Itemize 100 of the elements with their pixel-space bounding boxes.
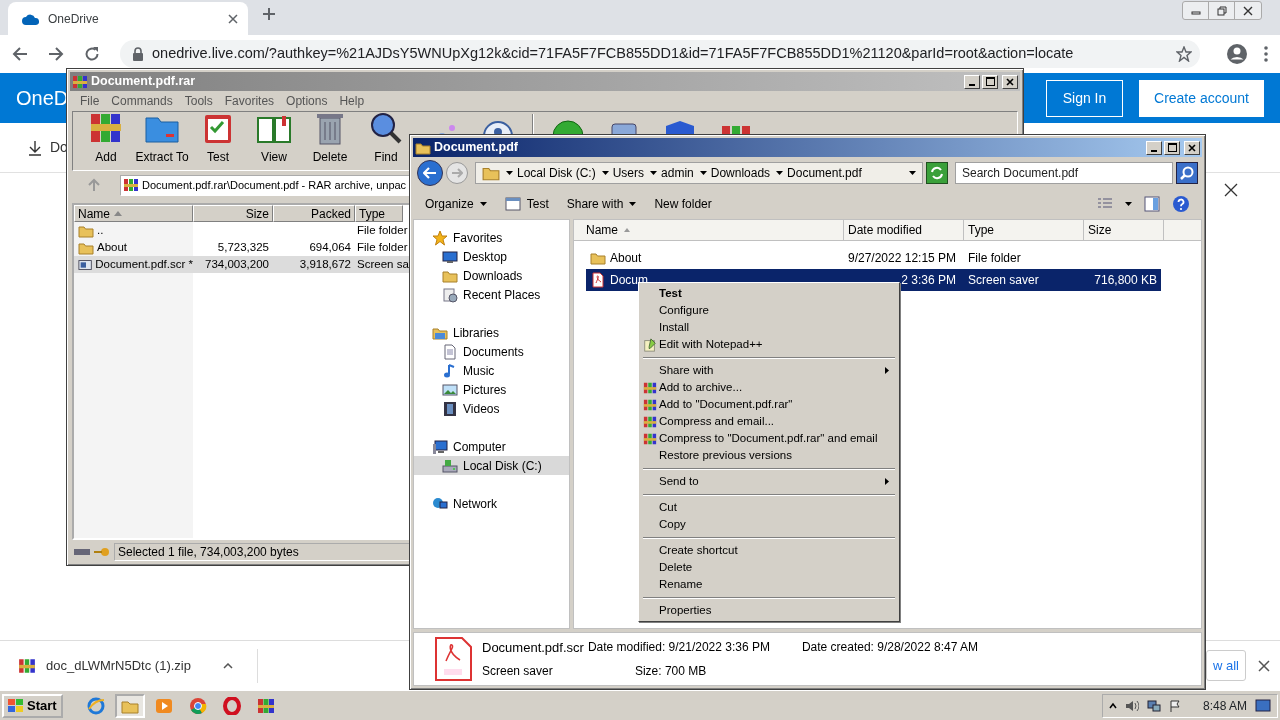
archive-icon [256, 696, 275, 715]
menu-item[interactable]: File [74, 92, 106, 110]
file-row[interactable]: About 5,723,325 694,064 File folder [74, 239, 410, 256]
toolbar-button[interactable]: Delete [312, 110, 348, 166]
column-header[interactable]: Name [574, 220, 844, 240]
toolbar-button[interactable]: Share with [566, 195, 637, 213]
dropdown-icon [1125, 202, 1132, 206]
archive-icon [643, 414, 657, 429]
details-view-icon [1097, 197, 1113, 211]
menu-item[interactable]: Add to archive... [641, 379, 897, 396]
browser-tab[interactable]: OneDrive [8, 2, 248, 35]
column-header[interactable]: Type [964, 220, 1084, 240]
menu-item[interactable]: Options [280, 92, 334, 110]
chevron-up-icon [222, 662, 233, 669]
nav-item[interactable]: Computer [414, 437, 569, 456]
nav-item[interactable]: Downloads [414, 266, 569, 285]
reload-button[interactable] [84, 45, 100, 62]
nav-item[interactable]: Pictures [414, 380, 569, 399]
file-row[interactable]: About 9/27/2022 12:15 PM File folder [586, 247, 1161, 269]
lock-icon [132, 46, 144, 61]
account-button[interactable] [1226, 42, 1248, 65]
menu-item[interactable]: Compress and email... [641, 413, 897, 430]
film-icon [442, 400, 458, 417]
close-button[interactable] [1224, 183, 1238, 197]
column-header[interactable]: Type [355, 205, 403, 222]
start-button[interactable]: Start [2, 693, 63, 718]
close-button[interactable] [1258, 659, 1270, 672]
menu-item[interactable]: Delete [641, 559, 897, 576]
minimize-icon [969, 83, 975, 86]
maximize-button[interactable] [982, 74, 998, 89]
nav-item[interactable]: Recent Places [414, 285, 569, 304]
toolbar-button[interactable]: View [256, 110, 292, 166]
network-icon [432, 495, 448, 512]
nav-item[interactable]: Network [414, 494, 569, 513]
toolbar-button[interactable]: Test [504, 195, 549, 213]
address-bar[interactable]: Local Disk (C:) Users admin Downloads Document.pdf [475, 162, 923, 184]
menu-item[interactable]: Help [333, 92, 371, 110]
close-icon [1224, 183, 1238, 197]
back-button[interactable] [12, 45, 28, 62]
breadcrumb-item[interactable]: Document.pdf [776, 164, 862, 182]
show-all-button[interactable]: w all [1206, 649, 1246, 682]
menu-item[interactable]: Send to [641, 473, 897, 490]
nav-item[interactable]: Local Disk (C:) [414, 456, 569, 475]
document-icon [442, 343, 458, 360]
menu-item[interactable]: Favorites [218, 92, 281, 110]
menu-item[interactable]: Compress to "Document.pdf.rar" and email [641, 430, 897, 447]
menu-item[interactable]: Properties [641, 602, 897, 619]
nav-item[interactable]: Desktop [414, 247, 569, 266]
menu-item[interactable]: Configure [641, 302, 897, 319]
minimize-icon [1151, 149, 1157, 152]
column-header[interactable]: Name [74, 205, 193, 222]
column-header[interactable]: Packed [273, 205, 355, 222]
forward-button[interactable] [48, 45, 64, 62]
menu-item[interactable]: Install [641, 319, 897, 336]
archive-icon [643, 397, 657, 412]
search-field[interactable]: Search Document.pdf [955, 162, 1173, 184]
toolbar-button[interactable]: New folder [654, 195, 712, 213]
search-button[interactable] [1176, 162, 1198, 184]
toolbar-button[interactable]: Find [368, 110, 404, 166]
create-account-button[interactable]: Create account [1139, 79, 1264, 117]
back-button[interactable] [417, 160, 443, 186]
menu-item[interactable]: Copy [641, 516, 897, 533]
nav-item[interactable]: Music [414, 361, 569, 380]
network-icon [1146, 699, 1161, 712]
menu-item[interactable]: Edit with Notepad++ [641, 336, 897, 353]
menu-item[interactable]: Share with [641, 362, 897, 379]
breadcrumb-item[interactable]: Local Disk (C:) [506, 164, 596, 182]
forward-arrow-icon [48, 45, 64, 62]
nav-item[interactable]: Libraries [414, 323, 569, 342]
menu-item[interactable]: Tools [178, 92, 219, 110]
breadcrumb-item[interactable]: Users [601, 164, 645, 182]
column-header[interactable]: Date modified [844, 220, 964, 240]
address-bar[interactable]: onedrive.live.com/?authkey=%21AJDsY5WNUpXg12k&cid=71FA5F7FCB855DD1&id=71FA5F7FCB855DD1%21120&parId=root&action=locate [120, 39, 1200, 68]
column-header[interactable]: Size [193, 205, 273, 222]
close-icon [1243, 5, 1253, 16]
sign-in-button[interactable]: Sign In [1046, 79, 1123, 117]
refresh-button[interactable] [926, 162, 948, 184]
site-logo: OneD [16, 86, 69, 111]
download-item[interactable]: doc_dLWMrN5Dtc (1).zip [18, 655, 233, 676]
up-arrow-icon [88, 178, 100, 192]
menu-item[interactable]: Create shortcut [641, 542, 897, 559]
breadcrumb-item[interactable]: admin [650, 164, 694, 182]
menu-item[interactable]: Add to "Document.pdf.rar" [641, 396, 897, 413]
menu-item[interactable]: Rename [641, 576, 897, 593]
menu-item[interactable]: Cut [641, 499, 897, 516]
menu-item[interactable]: Commands [105, 92, 179, 110]
nav-item[interactable]: Favorites [414, 228, 569, 247]
toolbar-button[interactable]: Add [88, 110, 124, 166]
file-row[interactable]: .. File folder [74, 222, 410, 239]
nav-item[interactable]: Documents [414, 342, 569, 361]
menu-button[interactable] [1264, 45, 1268, 62]
maximize-button[interactable] [1164, 140, 1180, 155]
menu-item[interactable]: Restore previous versions [641, 447, 897, 464]
toolbar-button[interactable]: Test [200, 110, 236, 166]
breadcrumb-item[interactable]: Downloads [699, 164, 771, 182]
nav-item[interactable]: Videos [414, 399, 569, 418]
toolbar-button[interactable]: Organize [425, 195, 487, 213]
column-header[interactable]: Size [1084, 220, 1164, 240]
toolbar-button[interactable]: Extract To [135, 110, 189, 166]
file-row[interactable]: Document.pdf.scr * 734,003,200 3,918,672 Screen sa [74, 256, 411, 273]
